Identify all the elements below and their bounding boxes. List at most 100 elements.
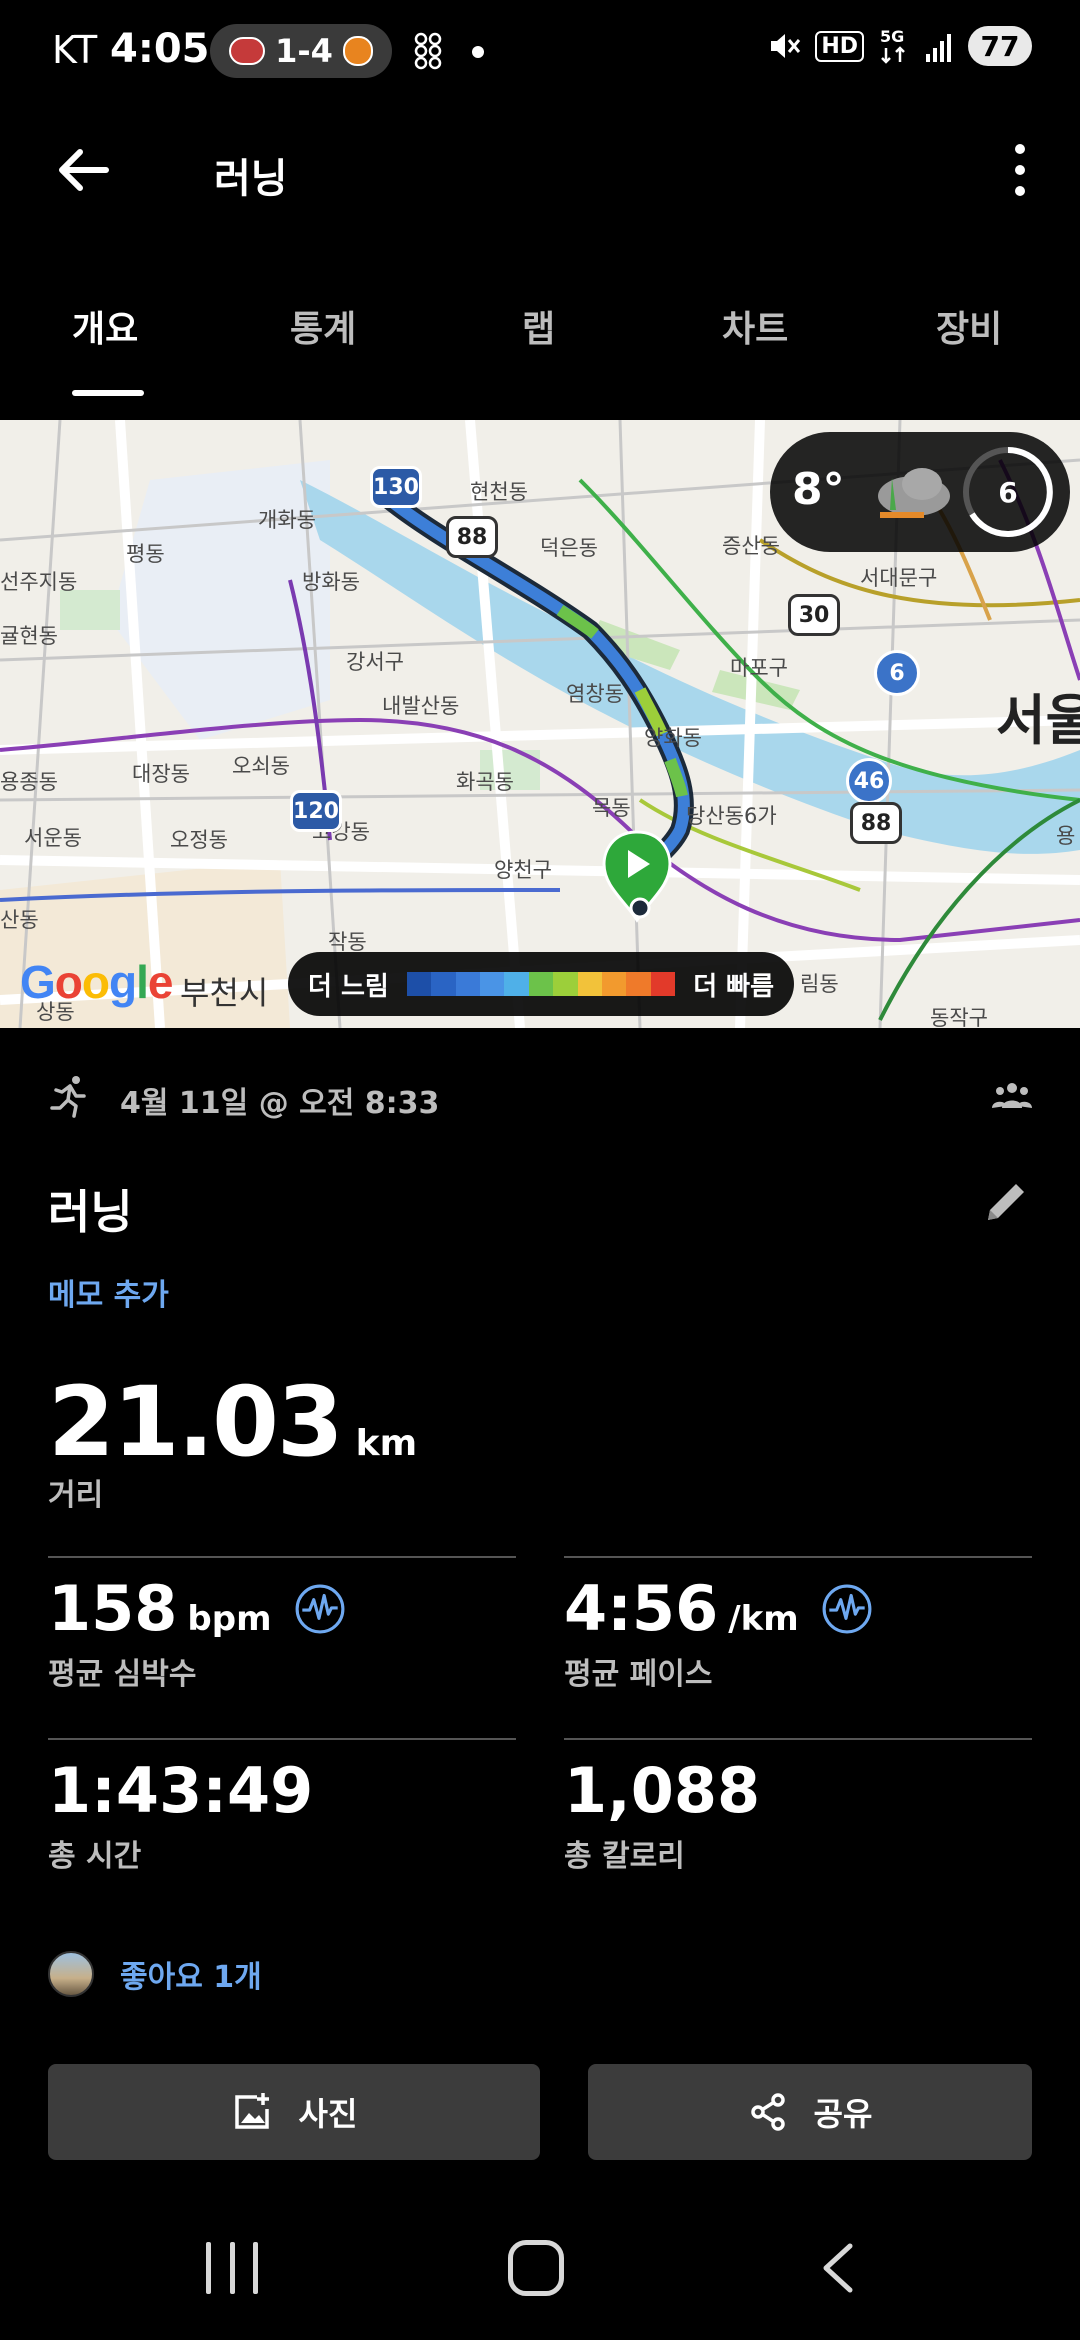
pace-stat: 4:56 /km 평균 페이스 [564,1572,873,1693]
pace-color-swatch [650,972,676,996]
status-icons: HD 5G 77 [765,26,1032,66]
heart-rate-stat: 158 bpm 평균 심박수 [48,1572,346,1693]
calories-stat: 1,088 총 칼로리 [564,1754,760,1875]
weather-widget: 8° 6 [770,432,1070,552]
map-label: 오정동 [170,828,228,852]
add-memo-link[interactable]: 메모 추가 [48,1270,169,1314]
tab-charts[interactable]: 차트 [722,300,788,352]
home-icon[interactable] [508,2240,564,2296]
map-label: 귤현동 [0,624,58,648]
total-time-value: 1:43:49 [48,1754,314,1827]
highway-shield: 120 [290,790,342,832]
status-bar: KT 4:05 1-4 HD 5G 77 [0,0,1080,105]
divider [48,1738,516,1740]
tab-stats[interactable]: 통계 [290,300,356,352]
legend-slow-label: 더 느림 [308,971,389,1002]
tab-laps[interactable]: 랩 [522,300,555,352]
activity-title: 러닝 [48,1185,133,1239]
battery-indicator: 77 [968,26,1032,66]
pace-color-swatch [431,972,456,996]
team-logo-icon [229,37,266,65]
pace-color-swatch [553,972,578,996]
tab-bar: 개요 통계 랩 차트 장비 [0,290,1080,400]
share-button[interactable]: 공유 [588,2064,1032,2160]
map-label: 용 [1056,824,1076,848]
distance-value: 21.03 km [48,1366,417,1478]
highway-shield: 30 [788,594,840,636]
pace-legend: 더 느림 더 빠름 [288,952,794,1016]
weather-temperature: 8° [792,464,845,515]
map-label: 평동 [126,542,165,566]
pace-color-swatch [601,972,627,996]
pace-value: 4:56 [564,1572,719,1645]
more-options-icon[interactable] [1000,138,1040,202]
pace-color-swatch [528,972,554,996]
map-label: 증산동 [722,534,780,558]
share-label: 공유 [813,2095,873,2133]
likes-count[interactable]: 좋아요 1개 [120,1952,262,1996]
map-label: 부천시 [180,974,269,1012]
pace-color-swatch [455,972,480,996]
pace-color-swatch [406,972,432,996]
pace-color-swatch [626,972,651,996]
pace-color-swatch [479,972,505,996]
divider [564,1556,1032,1558]
add-photo-button[interactable]: 사진 [48,2064,540,2160]
recent-apps-icon[interactable] [206,2242,258,2298]
score-widget[interactable]: 1-4 [210,24,392,78]
page-title: 러닝 [214,156,288,202]
distance-label: 거리 [48,1478,104,1513]
uv-index-value: 6 [998,475,1018,509]
distance-unit: km [355,1423,418,1464]
back-icon[interactable] [818,2240,858,2296]
hd-voice-icon: HD [815,30,864,62]
pencil-icon[interactable] [980,1176,1032,1228]
highway-shield: 46 [846,758,892,804]
map-label: 현천동 [470,480,528,504]
map-label: 염창동 [566,682,624,706]
mute-icon [771,34,801,58]
team-logo-icon [342,36,373,66]
pace-label: 평균 페이스 [564,1657,713,1692]
highway-shield: 88 [446,516,498,558]
map-label: 방화동 [302,570,360,594]
group-icon[interactable] [992,1080,1032,1110]
pace-color-swatch [577,972,602,996]
divider [48,1556,516,1558]
pace-chart-icon[interactable] [821,1583,873,1635]
signal-icon [926,34,951,62]
map-label: 용종동 [0,770,58,794]
score-text: 1-4 [275,32,333,70]
map-label: 오쇠동 [232,754,290,778]
highway-shield: 6 [874,650,920,696]
map-label: 덕은동 [540,536,598,560]
google-logo: Google [20,956,173,1008]
map-label: 동작구 [930,1006,988,1028]
activity-summary-row: 4월 11일 @ 오전 8:33 [48,1070,1032,1130]
likes-row[interactable]: 좋아요 1개 [48,1946,262,2002]
system-nav-bar [0,2220,1080,2340]
share-icon [750,2093,785,2131]
heart-rate-value: 158 [48,1572,178,1645]
map-label: 양천구 [494,858,552,882]
heart-rate-unit: bpm [187,1599,272,1639]
map-label: 대장동 [132,762,190,786]
map-label: 산동 [0,908,39,932]
map-label: 선주지동 [0,570,78,594]
back-arrow-icon[interactable] [50,138,120,202]
map-label: 화곡동 [456,770,514,794]
add-photo-icon [234,2093,269,2129]
map-label: 서울 [996,689,1080,752]
activity-date: 4월 11일 @ 오전 8:33 [120,1086,440,1121]
total-time-label: 총 시간 [48,1839,142,1874]
add-photo-label: 사진 [298,2095,358,2133]
map-label: 양화동 [644,726,702,750]
svg-text:5G: 5G [880,27,904,46]
heart-rate-label: 평균 심박수 [48,1657,197,1692]
heart-rate-chart-icon[interactable] [294,1583,346,1635]
cloud-icon [878,468,950,518]
tab-gear[interactable]: 장비 [936,300,1002,352]
app-bar: 러닝 [0,110,1080,230]
tab-overview[interactable]: 개요 [72,300,138,352]
total-time-stat: 1:43:49 총 시간 [48,1754,313,1875]
